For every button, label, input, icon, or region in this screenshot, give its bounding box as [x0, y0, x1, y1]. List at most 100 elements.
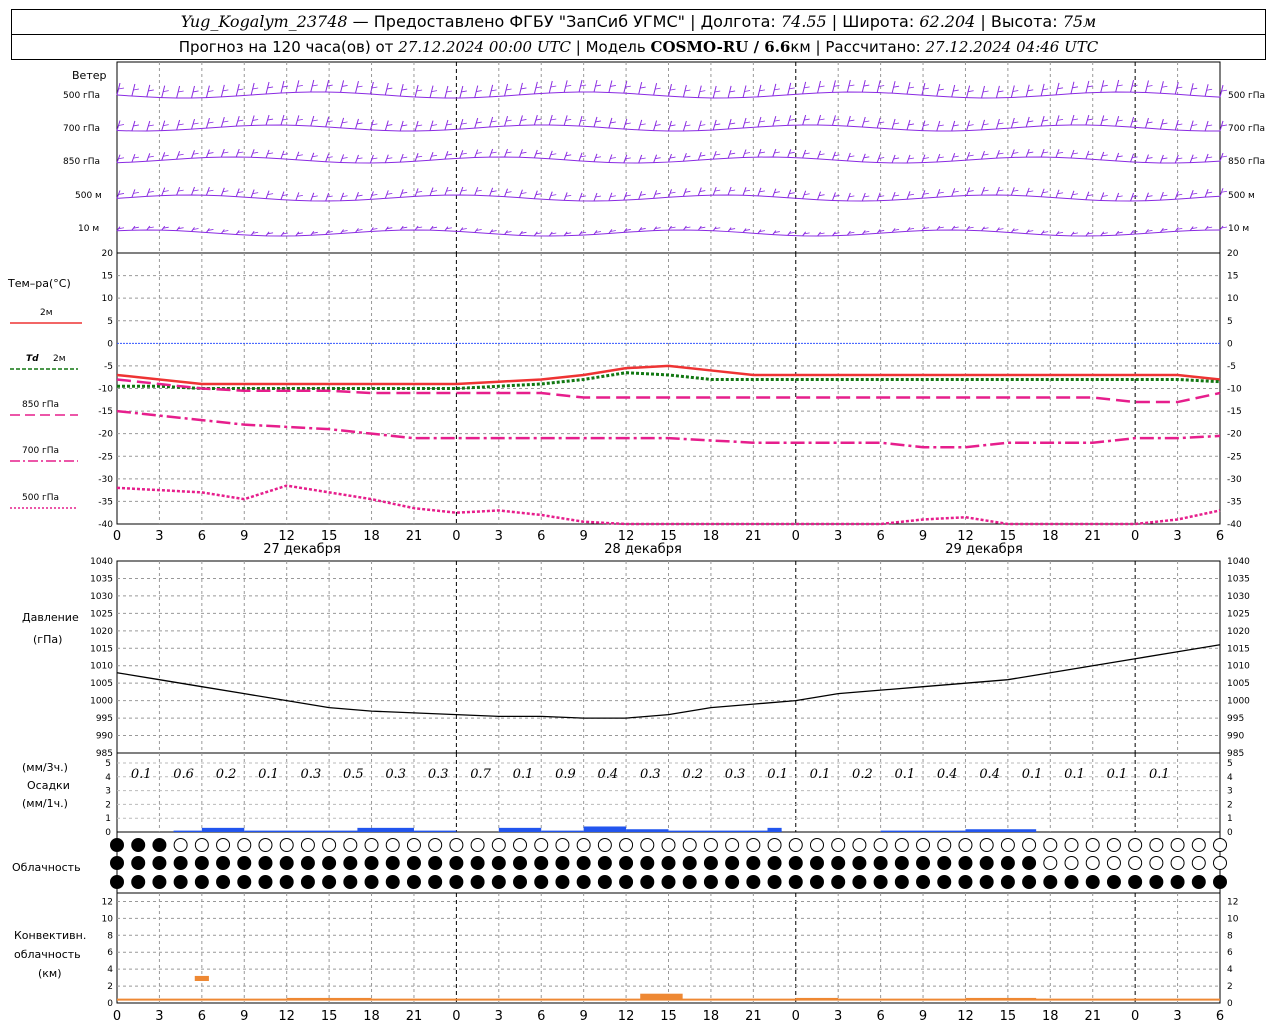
precip-amount-label: 0.4 [937, 767, 958, 782]
pressure-tick-right: 1005 [1227, 679, 1250, 689]
precip-amount-label: 0.1 [1107, 767, 1128, 782]
pressure-tick-left: 995 [96, 714, 113, 724]
wind-barb-flag [565, 84, 572, 87]
x-tick-label-conv: 0 [792, 1009, 800, 1024]
wind-barb-flag [416, 124, 423, 127]
cloud-symbol [300, 875, 315, 889]
wind-barb-flag [282, 118, 289, 121]
cloud-symbol [788, 875, 803, 889]
cloud-symbol [534, 838, 549, 852]
cloud-symbol [1022, 856, 1037, 870]
cloud-symbol [576, 838, 591, 852]
precip-amount-label: 0.4 [598, 767, 619, 782]
cloud-symbol [1149, 875, 1164, 889]
precip-unit-1h: (мм/1ч.) [22, 797, 68, 810]
cloud-symbol [1085, 856, 1100, 870]
precip-bar [583, 826, 627, 832]
pressure-tick-left: 1015 [90, 644, 113, 654]
cloud-cover [110, 838, 1227, 889]
cloud-symbol [1106, 838, 1121, 852]
cloud-symbol [979, 875, 994, 889]
temp-tick-right: 15 [1227, 272, 1238, 282]
cloud-symbol [788, 856, 803, 870]
cloud-symbol [873, 856, 888, 870]
wind-barb-flag [207, 90, 214, 92]
wind-barb-flag [118, 124, 125, 126]
temp-tick-left: 5 [107, 317, 113, 327]
precip-amount-label: 0.3 [725, 767, 746, 782]
wind-barb-flag [237, 119, 244, 122]
temp-tick-left: -20 [98, 430, 113, 440]
wind-barb-flag [1146, 85, 1153, 87]
cloud-symbol [428, 838, 443, 852]
pressure-tick-right: 1030 [1227, 592, 1250, 602]
precip-unit-3h: (мм/3ч.) [22, 761, 68, 774]
wind-barb-flag [1117, 84, 1123, 87]
wind-barb-flag [267, 118, 274, 121]
pressure-tick-left: 1030 [90, 592, 113, 602]
cloud-symbol [597, 875, 612, 889]
wind-barb-flag [938, 124, 944, 127]
cloud-symbol [406, 875, 421, 889]
wind-barb-flag [491, 89, 497, 92]
wind-barb-flag [640, 123, 646, 126]
precip-amount-label: 0.2 [682, 767, 703, 782]
cloud-symbol [385, 875, 400, 889]
precip-amount-label: 0.3 [640, 767, 661, 782]
temp-tick-right: -25 [1227, 452, 1242, 462]
cloud-symbol [661, 856, 676, 870]
wind-barb-flag [580, 84, 587, 87]
wind-barb-flag [1072, 86, 1079, 89]
wind-barb-flag [848, 119, 855, 122]
cloud-symbol [619, 856, 634, 870]
cloud-symbol [1022, 838, 1037, 852]
cloud-symbol [1149, 838, 1164, 852]
wind-barb-flag [1161, 122, 1168, 125]
pressure-tick-right: 985 [1227, 749, 1244, 759]
cloud-symbol [1022, 875, 1037, 889]
precip-tick-left: 1 [105, 814, 111, 824]
wind-barb-flag [133, 124, 139, 127]
wind-barb-flag [729, 122, 736, 125]
precip-amount-label: 0.3 [428, 767, 449, 782]
precip-tick-left: 3 [105, 787, 111, 797]
x-tick-label-temp: 3 [834, 529, 842, 544]
wind-barb-flag [610, 85, 616, 87]
pressure-tick-right: 995 [1227, 714, 1244, 724]
cloud-symbol [640, 875, 655, 889]
cloud-symbol [1064, 838, 1079, 852]
wind-barb-flag [222, 89, 229, 92]
wind-barb-flag [192, 90, 199, 93]
precip-amount-label: 0.9 [555, 767, 576, 782]
pressure-label: Давление [22, 611, 79, 624]
wind-barb-flag [1221, 89, 1228, 92]
pressure-tick-right: 990 [1227, 732, 1244, 742]
x-tick-label-temp: 3 [1173, 529, 1181, 544]
cloud-symbol [449, 856, 464, 870]
precip-tick-right: 3 [1227, 787, 1233, 797]
wind-barb-flag [1102, 84, 1108, 87]
conv-tick-right: 12 [1227, 897, 1238, 907]
cloud-symbol [343, 856, 358, 870]
wind-barb-flag [327, 84, 333, 87]
wind-barb-flag [878, 85, 885, 87]
cloud-symbol [746, 875, 761, 889]
cloud-symbol [364, 856, 379, 870]
cloud-symbol [958, 856, 973, 870]
wind-barb-flag [461, 122, 467, 125]
conv-tick-left: 4 [107, 965, 113, 975]
temp-tick-left: 0 [107, 339, 113, 349]
wind-barb-flag [476, 90, 482, 92]
precip-bar [668, 830, 782, 832]
cloud-symbol [937, 856, 952, 870]
wind-barb-flag [446, 123, 452, 126]
wind-barb-flag [133, 88, 139, 91]
cloud-symbol [831, 856, 846, 870]
cloud-symbol [279, 875, 294, 889]
cloud-symbol [237, 875, 252, 889]
cloud-symbol [152, 875, 167, 889]
cloud-symbol [258, 838, 273, 852]
cloud-symbol [194, 838, 209, 852]
cloud-symbol [1106, 856, 1121, 870]
cloud-symbol [1128, 875, 1143, 889]
